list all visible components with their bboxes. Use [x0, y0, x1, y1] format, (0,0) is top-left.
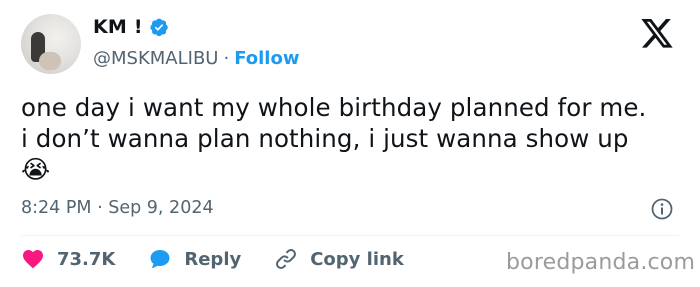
action-bar: 73.7K Reply Copy link — [21, 247, 404, 271]
author-handle[interactable]: @MSKMALIBU — [93, 48, 218, 69]
follow-button[interactable]: Follow — [234, 48, 299, 69]
info-icon[interactable] — [650, 197, 674, 221]
divider — [21, 235, 679, 236]
timestamp-separator: · — [97, 198, 103, 218]
author-handle-row: @MSKMALIBU · Follow — [93, 48, 299, 69]
tweet-text: one day i want my whole birthday planned… — [21, 92, 691, 185]
copy-link-button[interactable]: Copy link — [274, 247, 404, 271]
watermark: boredpanda.com — [506, 250, 696, 275]
crying-face-emoji: 😭 — [21, 155, 51, 184]
tweet-text-line-2: i don’t wanna plan nothing, i just wanna… — [21, 124, 629, 153]
tweet-text-line-1: one day i want my whole birthday planned… — [21, 93, 647, 122]
avatar-figure-body — [39, 52, 61, 70]
reply-bubble-icon — [150, 250, 170, 268]
link-icon — [276, 249, 297, 269]
tweet-time: 8:24 PM — [21, 198, 92, 218]
author-name-row: KM ! — [93, 16, 169, 38]
like-count: 73.7K — [57, 248, 116, 270]
tweet-date: Sep 9, 2024 — [108, 198, 214, 218]
tweet-timestamp[interactable]: 8:24 PM · Sep 9, 2024 — [21, 198, 214, 218]
verified-badge-icon — [150, 18, 168, 37]
heart-icon — [23, 250, 43, 269]
x-logo-icon[interactable] — [641, 19, 674, 49]
like-button[interactable]: 73.7K — [21, 247, 115, 271]
copy-link-label: Copy link — [310, 248, 404, 270]
author-name[interactable]: KM ! — [93, 16, 143, 38]
handle-separator: · — [223, 48, 230, 69]
avatar[interactable] — [21, 14, 81, 74]
reply-label: Reply — [184, 248, 242, 270]
reply-button[interactable]: Reply — [148, 247, 241, 271]
